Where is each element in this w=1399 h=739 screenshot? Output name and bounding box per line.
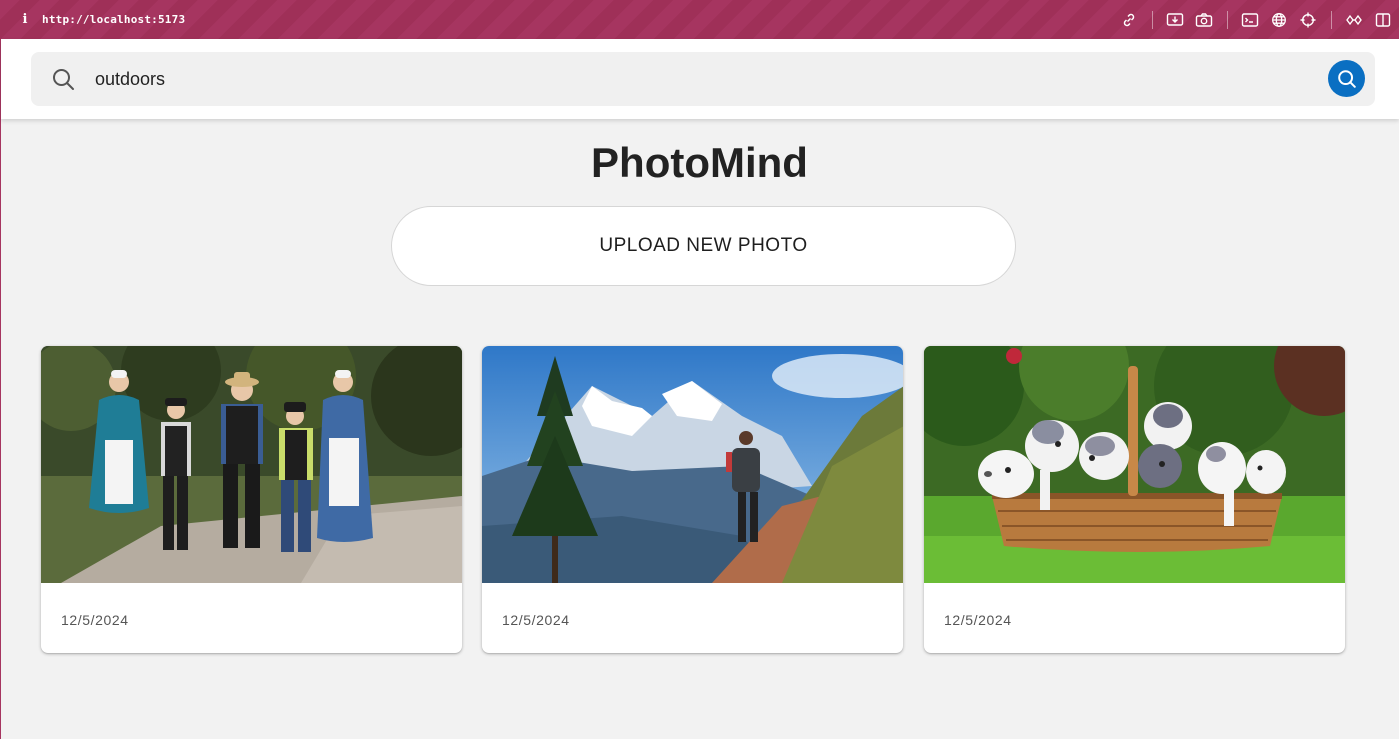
puppies-basket-image xyxy=(924,346,1345,583)
search-icon xyxy=(51,67,75,91)
photo-thumbnail[interactable] xyxy=(482,346,903,583)
upload-new-photo-button[interactable]: UPLOAD NEW PHOTO xyxy=(391,206,1016,286)
photo-date: 12/5/2024 xyxy=(944,612,1012,628)
search-header xyxy=(1,39,1399,119)
browser-toolbar-icons xyxy=(1115,0,1399,39)
link-icon[interactable] xyxy=(1119,10,1139,30)
photo-thumbnail[interactable] xyxy=(41,346,462,583)
camera-icon[interactable] xyxy=(1194,10,1214,30)
photo-date: 12/5/2024 xyxy=(502,612,570,628)
family-portrait-image xyxy=(41,346,462,583)
search-submit-button[interactable] xyxy=(1328,60,1365,97)
terminal-icon[interactable] xyxy=(1240,10,1260,30)
photo-card[interactable]: 12/5/2024 xyxy=(482,346,903,653)
search-bar[interactable] xyxy=(31,52,1375,106)
photo-card[interactable]: 12/5/2024 xyxy=(924,346,1345,653)
sidebar-icon[interactable] xyxy=(1373,10,1393,30)
globe-icon[interactable] xyxy=(1269,10,1289,30)
extensions-icon[interactable] xyxy=(1344,10,1364,30)
crosshair-icon[interactable] xyxy=(1298,10,1318,30)
hiker-mountain-image xyxy=(482,346,903,583)
toolbar-divider xyxy=(1330,10,1332,29)
photo-card[interactable]: 12/5/2024 xyxy=(41,346,462,653)
search-icon xyxy=(1337,69,1356,88)
toolbar-divider xyxy=(1226,10,1228,29)
download-screen-icon[interactable] xyxy=(1165,10,1185,30)
address-bar-url[interactable]: http://localhost:5173 xyxy=(42,13,185,26)
site-info-icon[interactable]: i xyxy=(16,12,34,27)
toolbar-divider xyxy=(1151,10,1153,29)
photo-date: 12/5/2024 xyxy=(61,612,129,628)
browser-toolbar: i http://localhost:5173 xyxy=(0,0,1399,39)
page-title: PhotoMind xyxy=(591,139,808,186)
photo-thumbnail[interactable] xyxy=(924,346,1345,583)
search-input[interactable] xyxy=(95,64,1295,94)
